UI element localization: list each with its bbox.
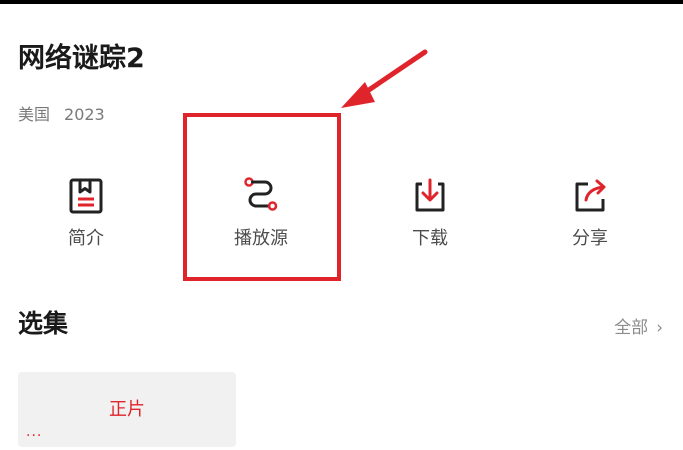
playing-indicator-icon: ··· xyxy=(26,428,43,444)
download-label: 下载 xyxy=(412,228,448,249)
book-icon xyxy=(69,178,103,214)
view-all-label: 全部 xyxy=(614,318,649,338)
intro-button[interactable]: 简介 xyxy=(41,176,131,250)
year-label: 2023 xyxy=(64,105,105,124)
status-bar-edge xyxy=(0,0,683,4)
share-button[interactable]: 分享 xyxy=(545,176,635,250)
download-button[interactable]: 下载 xyxy=(385,176,475,250)
country-label: 美国 xyxy=(18,105,51,124)
annotation-arrow-icon xyxy=(341,49,428,108)
chevron-right-icon: › xyxy=(656,318,663,338)
share-label: 分享 xyxy=(572,228,608,249)
download-icon xyxy=(415,178,445,212)
movie-meta: 美国 2023 xyxy=(18,104,105,126)
intro-label: 简介 xyxy=(68,228,104,249)
page-title: 网络谜踪2 xyxy=(18,43,145,74)
episode-item-main[interactable]: 正片 ··· xyxy=(18,372,236,447)
view-all-link[interactable]: 全部 › xyxy=(614,316,663,340)
annotation-highlight-box xyxy=(183,113,341,281)
episode-label: 正片 xyxy=(109,399,145,420)
share-icon xyxy=(575,179,606,212)
episodes-section-title: 选集 xyxy=(18,309,69,338)
